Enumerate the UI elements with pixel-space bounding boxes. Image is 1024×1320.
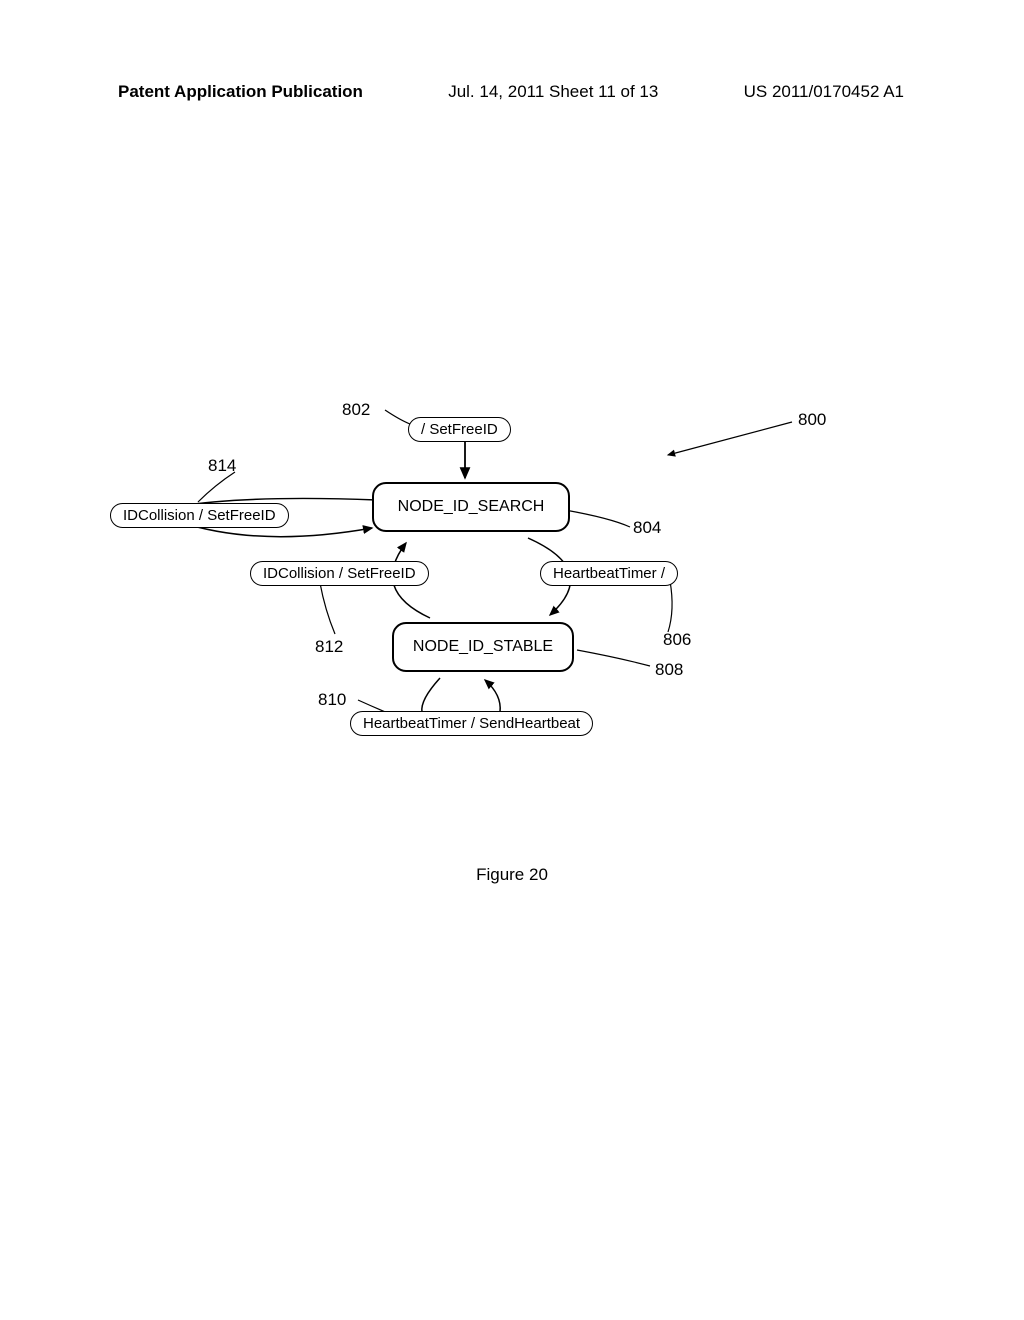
ref-802: 802 [342,400,370,420]
ref-810: 810 [318,690,346,710]
page-header: Patent Application Publication Jul. 14, … [0,82,1024,102]
state-diagram: / SetFreeID NODE_ID_SEARCH IDCollision /… [110,400,910,800]
header-center: Jul. 14, 2011 Sheet 11 of 13 [448,82,658,102]
header-left: Patent Application Publication [118,82,363,102]
ref-808: 808 [655,660,683,680]
transition-stable-self-heartbeat: HeartbeatTimer / SendHeartbeat [350,711,593,736]
state-node-id-stable: NODE_ID_STABLE [392,622,574,672]
transition-stable-self-heartbeat-label: HeartbeatTimer / SendHeartbeat [363,715,580,732]
ref-800: 800 [798,410,826,430]
figure-caption-text: Figure 20 [476,865,548,884]
figure-caption: Figure 20 [0,865,1024,885]
transition-init-label: / SetFreeID [421,421,498,438]
transition-heartbeat-to-stable: HeartbeatTimer / [540,561,678,586]
ref-814: 814 [208,456,236,476]
state-stable-label: NODE_ID_STABLE [413,638,553,656]
transition-search-idcollision-label: IDCollision / SetFreeID [123,507,276,524]
state-search-label: NODE_ID_SEARCH [398,498,545,516]
transition-heartbeat-to-stable-label: HeartbeatTimer / [553,565,665,582]
transition-stable-to-search-label: IDCollision / SetFreeID [263,565,416,582]
ref-812: 812 [315,637,343,657]
ref-804: 804 [633,518,661,538]
transition-stable-to-search: IDCollision / SetFreeID [250,561,429,586]
header-right: US 2011/0170452 A1 [744,82,904,102]
state-node-id-search: NODE_ID_SEARCH [372,482,570,532]
transition-init: / SetFreeID [408,417,511,442]
transition-search-idcollision: IDCollision / SetFreeID [110,503,289,528]
ref-806: 806 [663,630,691,650]
